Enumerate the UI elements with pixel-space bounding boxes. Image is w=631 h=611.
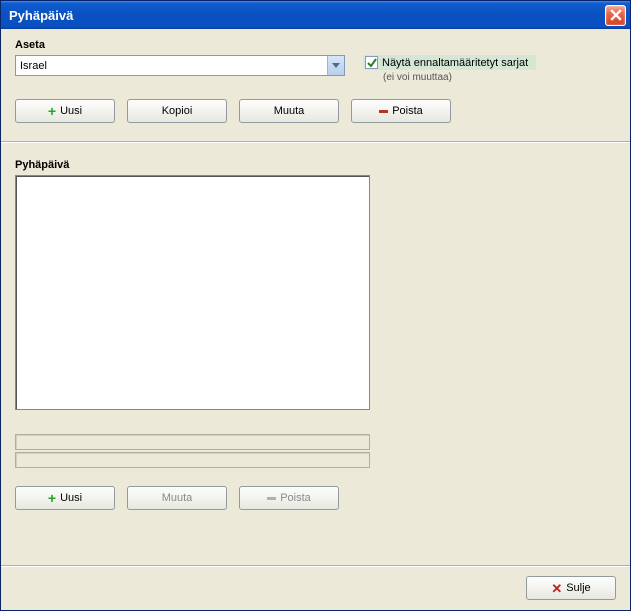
top-row: Israel Näytä ennaltamääritetyt sarjat (e… xyxy=(15,55,616,83)
show-predefined-label: Näytä ennaltamääritetyt sarjat xyxy=(382,57,528,69)
new-set-label: Uusi xyxy=(60,105,82,117)
titlebar: Pyhäpäivä xyxy=(1,1,630,29)
checkbox-hint: (ei voi muuttaa) xyxy=(363,72,536,83)
set-select[interactable]: Israel xyxy=(15,55,345,76)
status-bars xyxy=(15,434,616,468)
delete-set-button[interactable]: Poista xyxy=(351,99,451,123)
bottom-section: Pyhäpäivä + Uusi Muuta Poista xyxy=(15,159,616,510)
close-label: Sulje xyxy=(566,582,590,594)
minus-icon xyxy=(379,110,388,113)
status-bar-1 xyxy=(15,434,370,450)
x-icon: ✕ xyxy=(551,582,562,595)
plus-icon: + xyxy=(48,491,56,505)
footer: ✕ Sulje xyxy=(1,565,630,610)
minus-icon xyxy=(267,497,276,500)
window-title: Pyhäpäivä xyxy=(9,8,605,23)
plus-icon: + xyxy=(48,104,56,118)
bottom-section-label: Pyhäpäivä xyxy=(15,159,616,171)
checkbox-area: Näytä ennaltamääritetyt sarjat (ei voi m… xyxy=(363,55,536,83)
check-icon xyxy=(367,58,377,68)
status-bar-2 xyxy=(15,452,370,468)
bottom-button-row: + Uusi Muuta Poista xyxy=(15,486,616,510)
edit-holiday-button[interactable]: Muuta xyxy=(127,486,227,510)
new-set-button[interactable]: + Uusi xyxy=(15,99,115,123)
close-button[interactable] xyxy=(605,5,626,26)
holiday-listbox[interactable] xyxy=(15,175,370,410)
content-area: Aseta Israel Näytä ennaltamääritetyt sar… xyxy=(1,29,630,565)
delete-set-label: Poista xyxy=(392,105,423,117)
edit-set-button[interactable]: Muuta xyxy=(239,99,339,123)
top-button-row: + Uusi Kopioi Muuta Poista xyxy=(15,99,616,123)
divider xyxy=(1,141,630,143)
copy-set-label: Kopioi xyxy=(162,105,193,117)
copy-set-button[interactable]: Kopioi xyxy=(127,99,227,123)
set-select-value: Israel xyxy=(15,55,345,76)
edit-set-label: Muuta xyxy=(274,105,305,117)
top-section: Aseta Israel Näytä ennaltamääritetyt sar… xyxy=(15,39,616,123)
top-section-label: Aseta xyxy=(15,39,616,51)
new-holiday-label: Uusi xyxy=(60,492,82,504)
close-dialog-button[interactable]: ✕ Sulje xyxy=(526,576,616,600)
edit-holiday-label: Muuta xyxy=(162,492,193,504)
show-predefined-checkbox[interactable] xyxy=(365,56,378,69)
close-icon xyxy=(610,9,622,21)
delete-holiday-label: Poista xyxy=(280,492,311,504)
delete-holiday-button[interactable]: Poista xyxy=(239,486,339,510)
new-holiday-button[interactable]: + Uusi xyxy=(15,486,115,510)
window: Pyhäpäivä Aseta Israel xyxy=(0,0,631,611)
show-predefined-row: Näytä ennaltamääritetyt sarjat xyxy=(363,55,536,70)
